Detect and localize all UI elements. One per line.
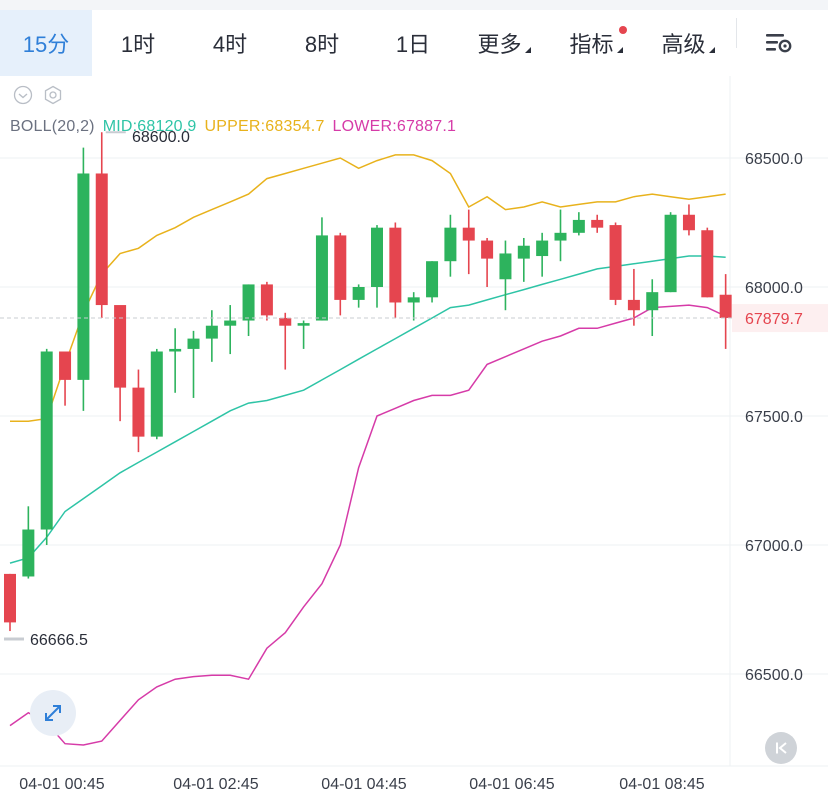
- current-price-label: 67879.7: [745, 311, 803, 328]
- candle-body[interactable]: [389, 227, 402, 303]
- candle-body[interactable]: [646, 292, 659, 311]
- candle-body[interactable]: [407, 297, 420, 303]
- candle-body[interactable]: [279, 317, 292, 326]
- candle-body[interactable]: [95, 173, 108, 306]
- y-tick-label: 66500.0: [745, 667, 803, 684]
- expand-chart-button[interactable]: [30, 690, 76, 736]
- candle-body[interactable]: [169, 348, 182, 352]
- candle-body[interactable]: [499, 253, 512, 280]
- boll-mid-line: [9, 255, 726, 564]
- boll-lower-value: LOWER:67887.1: [332, 118, 457, 135]
- boll-legend: BOLL(20,2) MID:68120.9 UPPER:68354.7 LOWER:…: [10, 118, 464, 136]
- candle-body[interactable]: [150, 351, 163, 437]
- candle-body[interactable]: [242, 284, 255, 321]
- x-tick-label: 04-01 06:45: [469, 776, 555, 793]
- candle-body[interactable]: [481, 240, 494, 259]
- candle-body[interactable]: [297, 323, 310, 326]
- candle-body[interactable]: [536, 240, 549, 257]
- candle-body[interactable]: [719, 294, 732, 318]
- candle-body[interactable]: [22, 529, 35, 577]
- boll-name: BOLL(20,2): [10, 118, 95, 135]
- boll-upper-value: UPPER:68354.7: [204, 118, 325, 135]
- candle-body[interactable]: [572, 219, 585, 233]
- candle-body[interactable]: [205, 325, 218, 339]
- candle-body[interactable]: [462, 227, 475, 241]
- y-tick-label: 67000.0: [745, 538, 803, 555]
- expand-icon: [45, 705, 61, 721]
- candle-body[interactable]: [260, 284, 273, 316]
- candle-body[interactable]: [426, 261, 439, 298]
- boll-mid-value: MID:68120.9: [102, 118, 197, 135]
- eye-icon[interactable]: [12, 84, 34, 106]
- candle-body[interactable]: [517, 245, 530, 259]
- scroll-to-latest-button[interactable]: [765, 732, 797, 764]
- candle-body[interactable]: [224, 320, 237, 326]
- candle-body[interactable]: [444, 227, 457, 262]
- candle-body[interactable]: [664, 214, 677, 293]
- candle-body[interactable]: [114, 305, 127, 388]
- y-tick-label: 68000.0: [745, 280, 803, 297]
- candle-body[interactable]: [682, 214, 695, 231]
- candle-body[interactable]: [334, 235, 347, 300]
- candle-body[interactable]: [4, 573, 16, 623]
- candle-body[interactable]: [132, 387, 145, 437]
- candle-body[interactable]: [352, 287, 365, 300]
- candle-body[interactable]: [371, 227, 383, 287]
- candle-body[interactable]: [627, 299, 640, 311]
- min-price-label: 66666.5: [30, 632, 88, 649]
- candle-body[interactable]: [701, 230, 714, 298]
- candle-body[interactable]: [187, 338, 200, 349]
- candle-body[interactable]: [554, 232, 567, 241]
- x-tick-label: 04-01 02:45: [173, 776, 259, 793]
- candle-body[interactable]: [609, 225, 622, 300]
- scroll-to-latest-icon: [776, 742, 787, 754]
- candle-body[interactable]: [59, 351, 72, 380]
- x-tick-label: 04-01 08:45: [619, 776, 705, 793]
- candle-body[interactable]: [77, 173, 90, 380]
- x-tick-label: 04-01 00:45: [19, 776, 105, 793]
- x-tick-label: 04-01 04:45: [321, 776, 407, 793]
- candle-body[interactable]: [315, 235, 328, 321]
- chart-screen: 15分 1时 4时 8时 1日 更多 指标 高级 67879.7 68500.0 68000.0 6…: [0, 0, 828, 798]
- y-tick-label: 67500.0: [745, 409, 803, 426]
- candle-body[interactable]: [591, 219, 604, 228]
- indicator-settings-icon[interactable]: [42, 84, 64, 106]
- y-tick-label: 68500.0: [745, 151, 803, 168]
- candle-body[interactable]: [40, 351, 53, 530]
